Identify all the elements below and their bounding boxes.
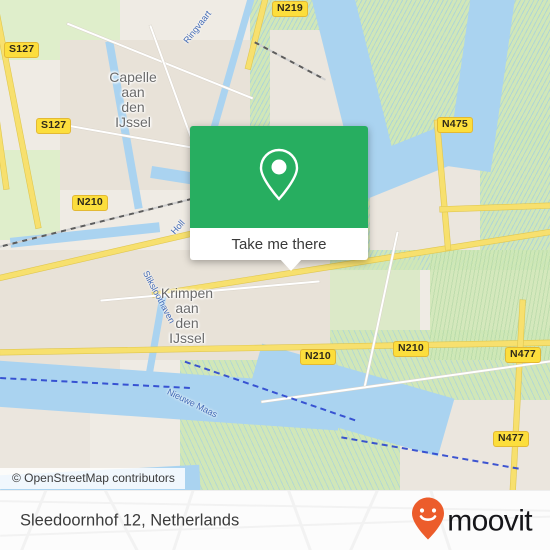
road-shield-n210-3: N210	[393, 341, 429, 357]
road-shield-n210-1: N210	[72, 195, 108, 211]
road-shield-n210-2: N210	[300, 349, 336, 365]
road-shield-n219: N219	[272, 1, 308, 17]
road-shield-n477-1: N477	[505, 347, 541, 363]
road-shield-n477-2: N477	[493, 431, 529, 447]
address-label: Sleedoornhof 12, Netherlands	[20, 511, 240, 530]
moovit-pin-smiley-icon	[411, 497, 445, 546]
map-canvas[interactable]: Ringvaart Holl Sliksloothaven Nieuwe Maa…	[0, 0, 550, 490]
map-screenshot: Ringvaart Holl Sliksloothaven Nieuwe Maa…	[0, 0, 550, 550]
road-shield-s127-1: S127	[4, 42, 40, 58]
popup-image-panel	[190, 126, 368, 228]
popup-pointer	[279, 258, 303, 271]
map-pin-icon	[257, 147, 301, 208]
footer-bar: Sleedoornhof 12, Netherlands moovit	[0, 490, 550, 550]
residential-area	[0, 250, 120, 380]
moovit-wordmark: moovit	[447, 504, 532, 537]
popup-cta-bar[interactable]: Take me there	[190, 228, 368, 260]
popup-cta-label: Take me there	[231, 235, 327, 253]
take-me-there-popup[interactable]: Take me there	[190, 126, 368, 260]
place-label-krimpen: Krimpen aan den IJssel	[160, 285, 214, 346]
moovit-logo[interactable]: moovit	[411, 497, 533, 546]
place-label-capelle: Capelle aan den IJssel	[109, 69, 157, 130]
osm-attribution[interactable]: © OpenStreetMap contributors	[0, 468, 185, 489]
road-shield-n475: N475	[437, 117, 473, 133]
road-shield-s127-2: S127	[36, 118, 72, 134]
